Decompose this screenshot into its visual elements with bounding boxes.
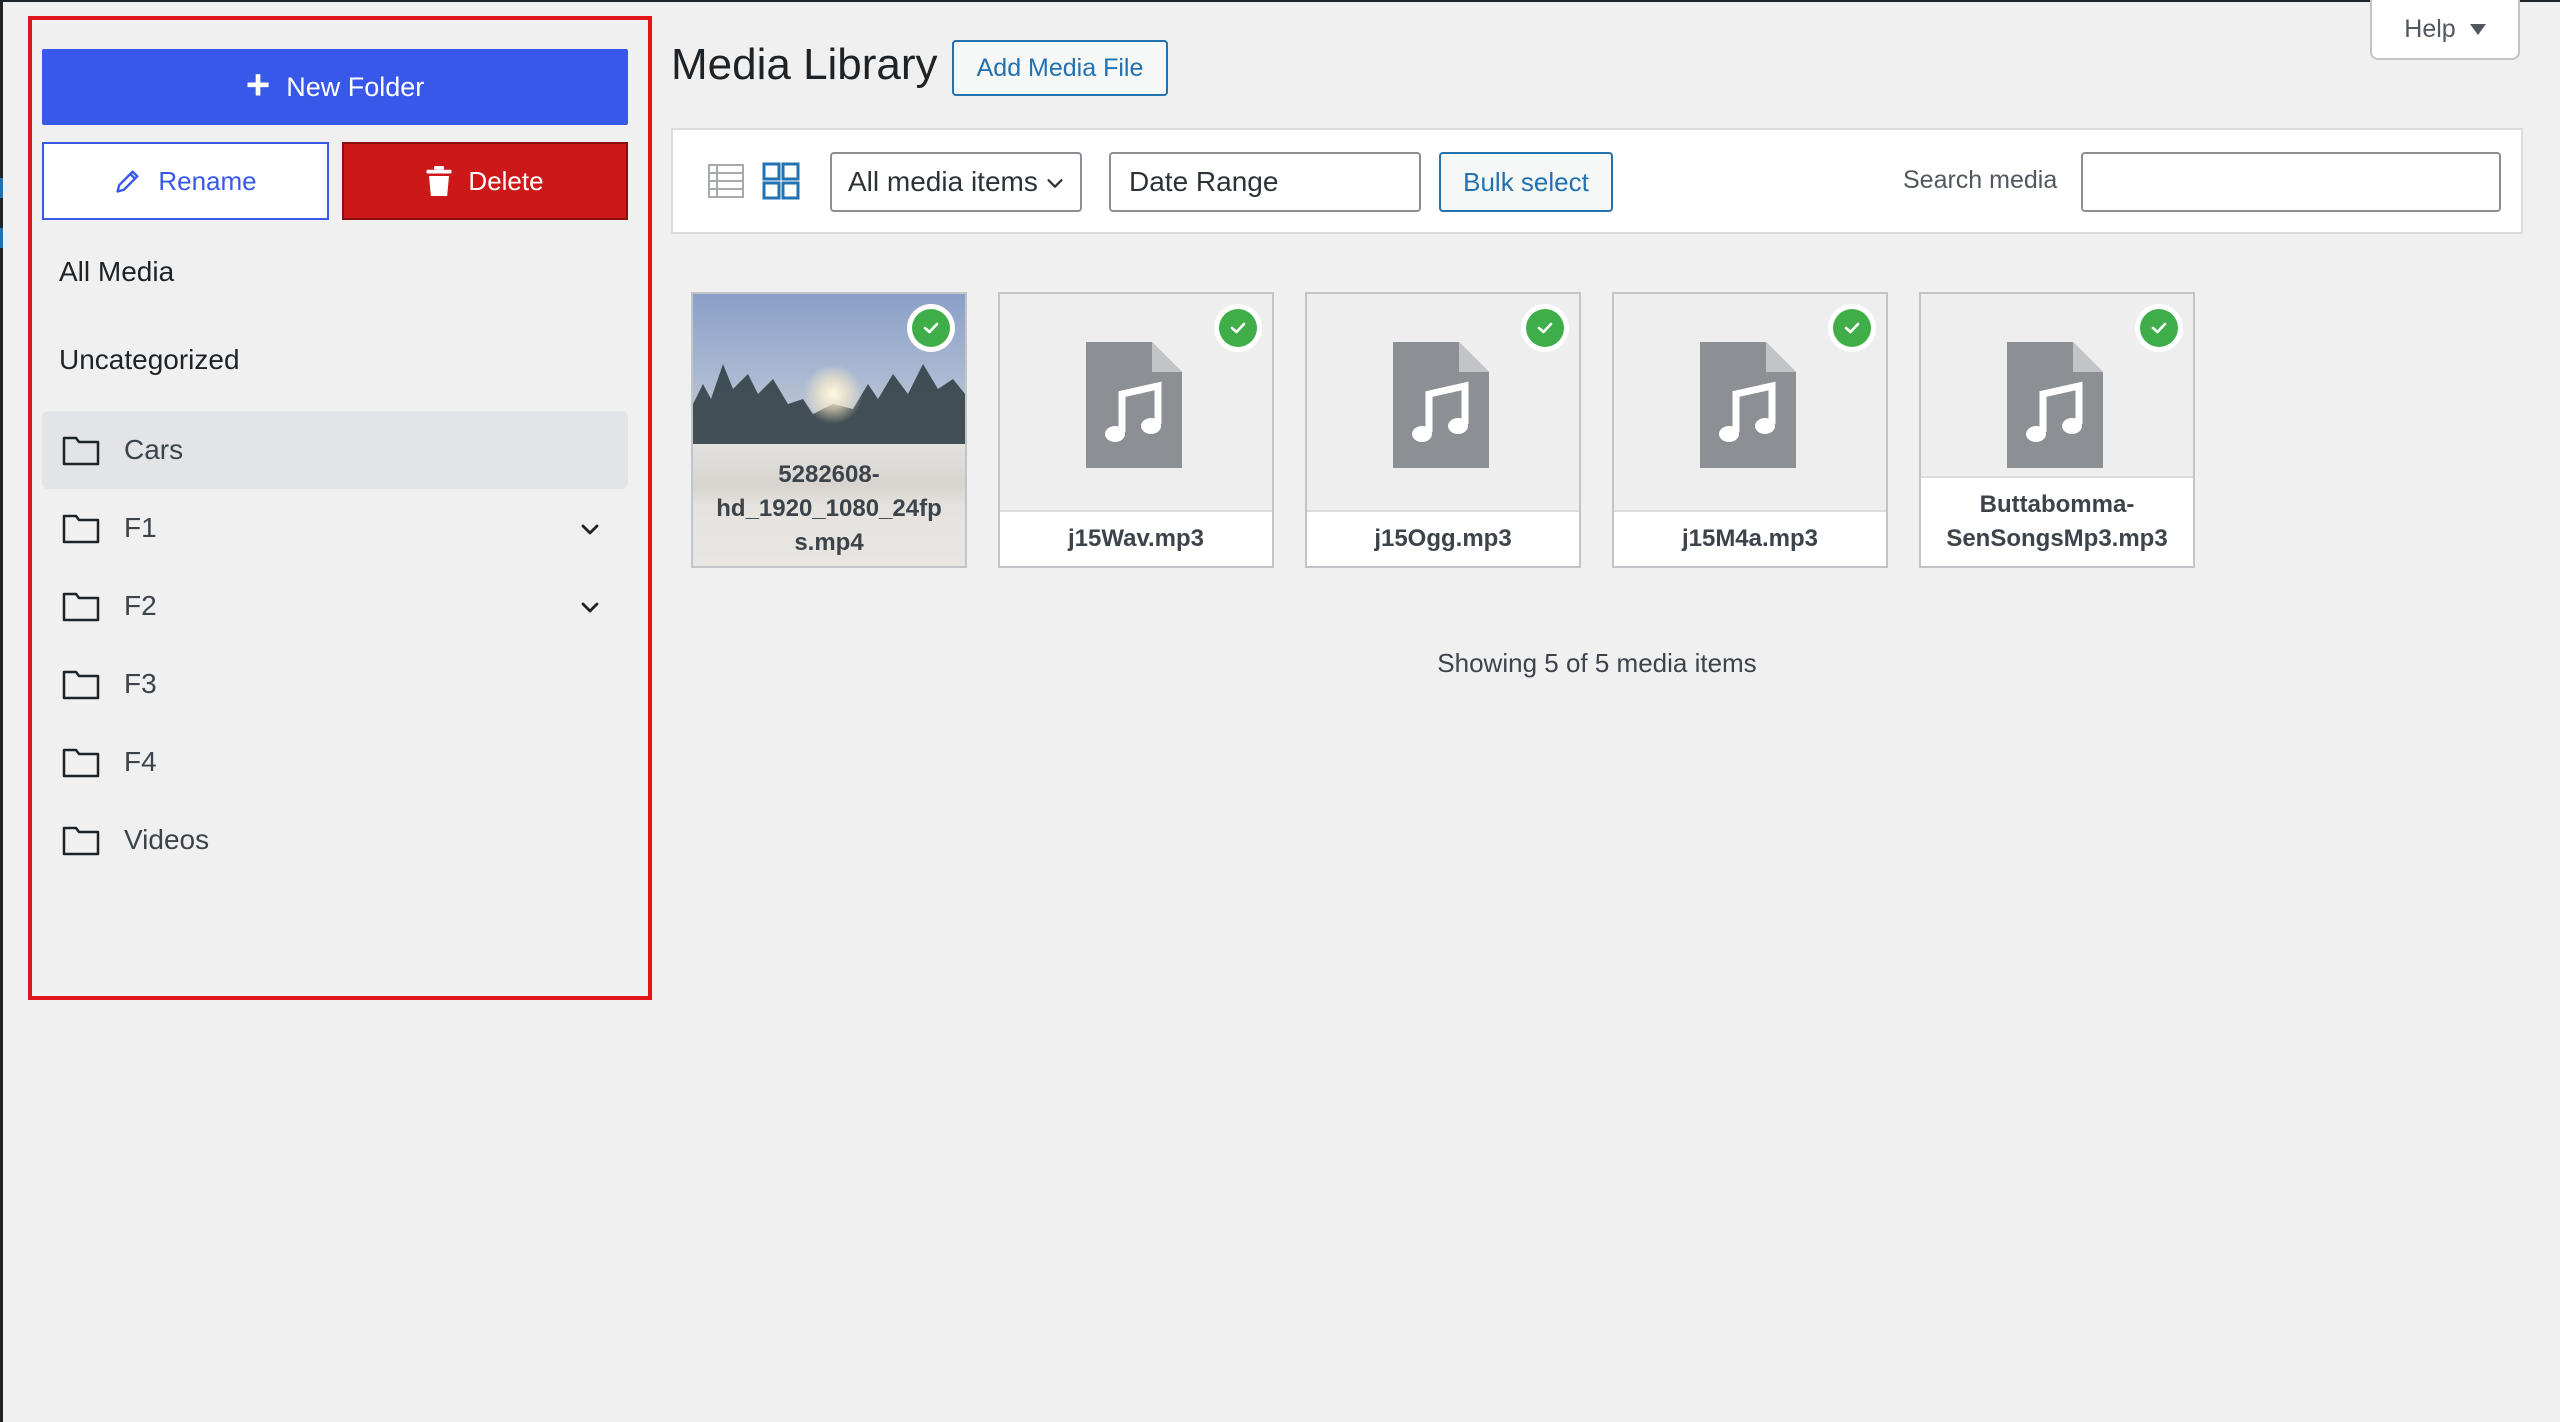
folder-label: F4 [124, 746, 157, 777]
folder-icon [62, 748, 100, 778]
light-glow [803, 364, 863, 424]
media-filename: 5282608- hd_1920_1080_24fp s.mp4 [693, 444, 965, 566]
filename-line: j15Ogg.mp3 [1374, 525, 1512, 552]
selected-check-icon[interactable] [1828, 304, 1876, 352]
filename-line: Buttabomma- [1979, 491, 2135, 518]
new-folder-label: New Folder [286, 71, 425, 102]
window-left-edge [0, 0, 3, 1422]
folder-item-f2[interactable]: F2 [42, 567, 628, 645]
date-range-filter[interactable]: Date Range [1109, 152, 1421, 212]
selected-check-icon[interactable] [1521, 304, 1569, 352]
folder-icon [62, 592, 100, 622]
chevron-down-icon [1047, 179, 1063, 188]
delete-label: Delete [468, 165, 544, 196]
page-title: Media Library [671, 40, 938, 89]
media-filename: j15Wav.mp3 [1000, 510, 1272, 566]
audio-file-icon [2007, 342, 2103, 468]
audio-file-icon [1086, 342, 1182, 468]
media-tile-audio[interactable]: j15Wav.mp3 [998, 292, 1274, 568]
pencil-icon [116, 170, 139, 193]
filename-line: j15Wav.mp3 [1067, 525, 1205, 552]
media-filename: j15Ogg.mp3 [1307, 510, 1579, 566]
audio-file-icon [1393, 342, 1489, 468]
media-count-status: Showing 5 of 5 media items [1437, 648, 1757, 678]
help-button[interactable]: Help [2370, 0, 2520, 60]
media-type-filter[interactable]: All media items [830, 152, 1082, 212]
filename-line: j15M4a.mp3 [1681, 525, 1819, 552]
filename-line: s.mp4 [794, 529, 864, 556]
grid-view-icon[interactable] [762, 162, 800, 200]
window-top-edge [0, 0, 2560, 2]
media-tile-audio[interactable]: j15Ogg.mp3 [1305, 292, 1581, 568]
folder-icon [62, 514, 100, 544]
folder-icon [62, 670, 100, 700]
folder-label: Cars [124, 434, 184, 465]
list-view-icon[interactable] [707, 162, 745, 200]
uncategorized-link[interactable]: Uncategorized [59, 344, 240, 376]
delete-button[interactable]: Delete [342, 142, 628, 220]
all-media-link[interactable]: All Media [59, 256, 174, 288]
help-label: Help [2404, 14, 2456, 43]
filename-line: hd_1920_1080_24fp [716, 495, 942, 522]
media-type-filter-value: All media items [848, 166, 1038, 197]
audio-file-icon [1700, 342, 1796, 468]
rename-button[interactable]: Rename [42, 142, 329, 220]
media-toolbar: All media items Date Range Bulk select S… [671, 128, 2523, 234]
plus-icon: + [245, 61, 271, 108]
chevron-down-icon[interactable] [578, 517, 602, 541]
selected-check-icon[interactable] [2135, 304, 2183, 352]
folder-item-cars[interactable]: Cars [42, 411, 628, 489]
filename-line: 5282608- [778, 461, 880, 488]
rename-label: Rename [158, 165, 257, 196]
bulk-select-button[interactable]: Bulk select [1439, 152, 1613, 212]
folder-label: Videos [124, 824, 210, 855]
folder-item-f4[interactable]: F4 [42, 723, 628, 801]
selected-check-icon[interactable] [1214, 304, 1262, 352]
search-media-input[interactable] [2081, 152, 2501, 212]
media-library-screen: + New Folder Rename Delete All Media Unc… [0, 0, 2560, 1422]
trash-icon [426, 166, 452, 196]
folder-label: F2 [124, 590, 157, 621]
folder-item-f1[interactable]: F1 [42, 489, 628, 567]
sidebar-edge-indicator [0, 228, 3, 248]
filename-line: SenSongsMp3.mp3 [1946, 525, 2168, 552]
search-label: Search media [1903, 166, 2058, 194]
media-filename: Buttabomma- SenSongsMp3.mp3 [1921, 476, 2193, 566]
media-tile-video[interactable]: 5282608- hd_1920_1080_24fp s.mp4 [691, 292, 967, 568]
media-filename: j15M4a.mp3 [1614, 510, 1886, 566]
media-tile-audio[interactable]: Buttabomma- SenSongsMp3.mp3 [1919, 292, 2195, 568]
folder-icon [62, 436, 100, 466]
add-media-file-button[interactable]: Add Media File [952, 40, 1168, 96]
chevron-down-icon[interactable] [578, 595, 602, 619]
folder-item-videos[interactable]: Videos [42, 801, 628, 879]
folder-label: F1 [124, 512, 157, 543]
sidebar-edge-indicator [0, 178, 3, 198]
caret-down-icon [2469, 23, 2486, 35]
media-tile-audio[interactable]: j15M4a.mp3 [1612, 292, 1888, 568]
folder-label: F3 [124, 668, 157, 699]
new-folder-button[interactable]: + New Folder [42, 49, 628, 125]
folder-icon [62, 826, 100, 856]
folder-item-f3[interactable]: F3 [42, 645, 628, 723]
selected-check-icon[interactable] [907, 304, 955, 352]
